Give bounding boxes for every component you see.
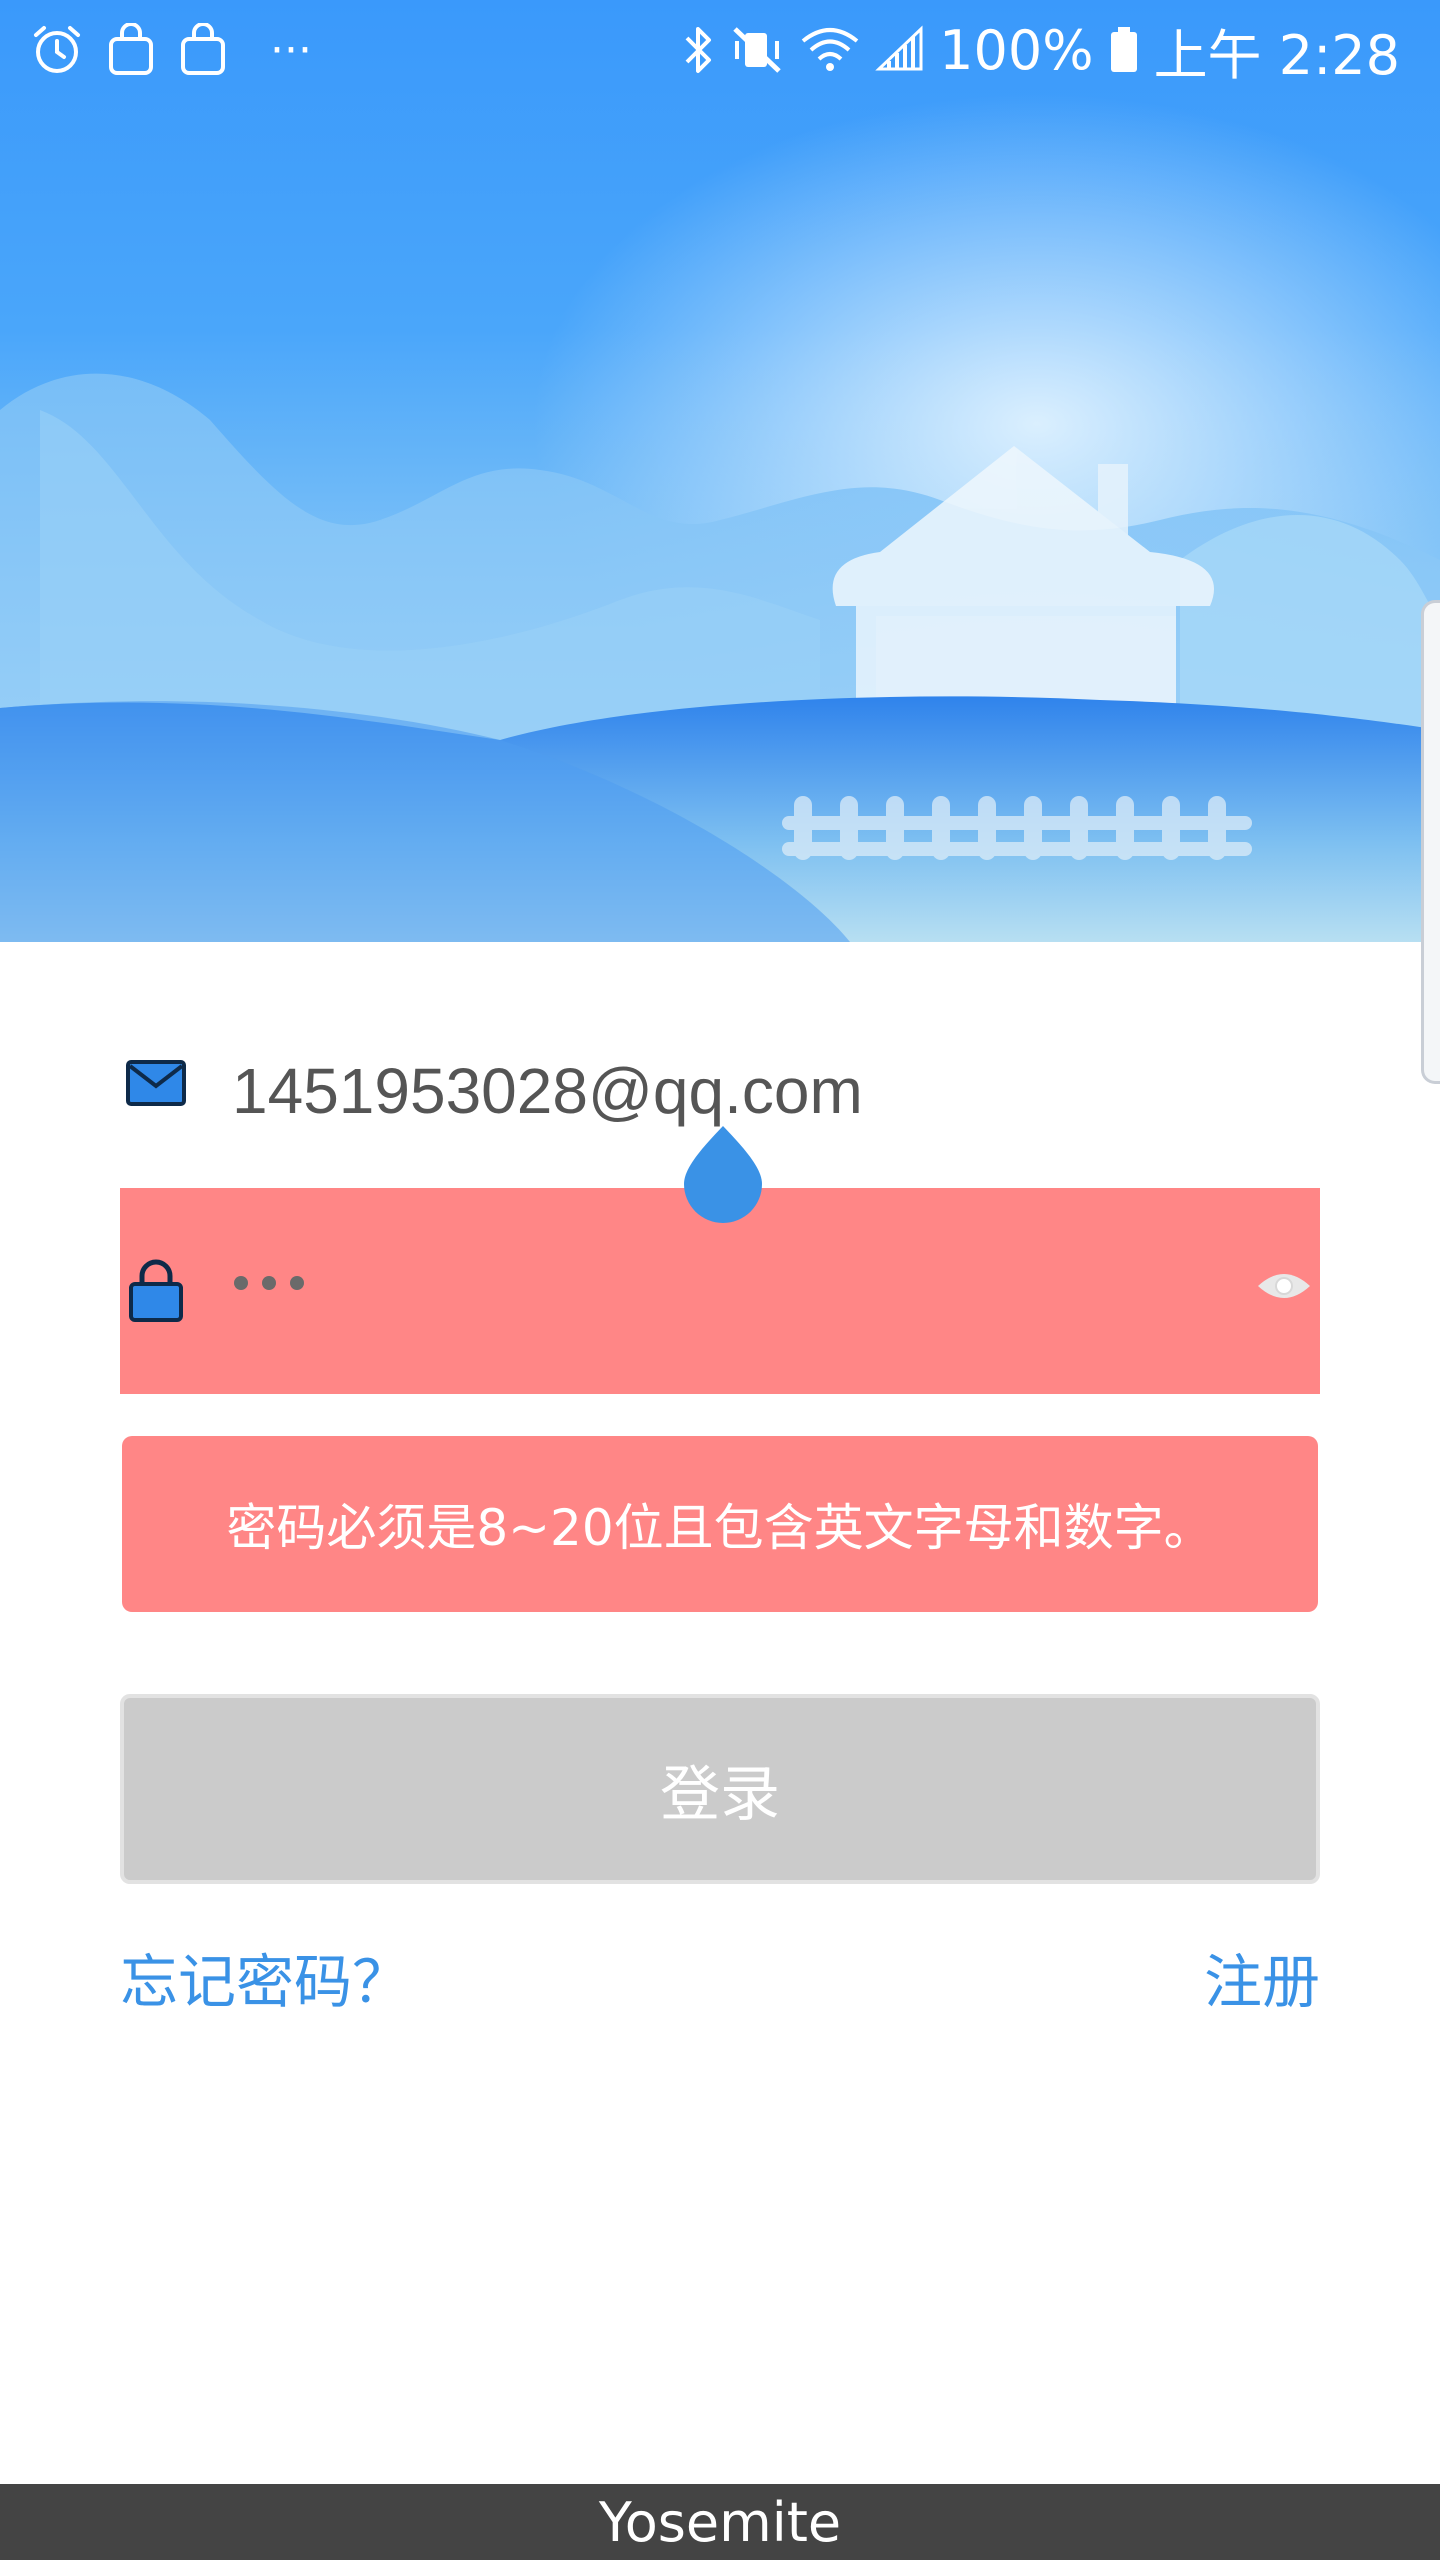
caption-text: Yosemite <box>598 2490 842 2554</box>
vibrate-mute-icon <box>729 23 785 77</box>
wifi-icon <box>799 23 861 77</box>
shopping-bag-icon <box>178 23 228 77</box>
clock: 上午 2:28 <box>1153 23 1400 87</box>
login-button[interactable]: 登录 <box>120 1694 1320 1884</box>
email-input[interactable]: 1451953028@qq.com <box>232 1054 863 1128</box>
mail-icon <box>126 1060 186 1110</box>
alarm-icon <box>30 23 84 77</box>
text-cursor-handle[interactable] <box>682 1126 764 1228</box>
signal-icon <box>875 23 925 77</box>
more-notifications-icon: ··· <box>270 24 312 76</box>
status-bar: ··· 100% 上午 2:28 <box>0 0 1440 100</box>
password-dot <box>290 1276 304 1290</box>
register-link[interactable]: 注册 <box>1204 1935 1320 2019</box>
shopping-bag-icon <box>106 23 156 77</box>
forgot-password-link[interactable]: 忘记密码？ <box>120 1935 410 2019</box>
eye-icon[interactable] <box>1256 1268 1312 1308</box>
header-illustration <box>0 0 1440 942</box>
password-dot <box>234 1276 248 1290</box>
login-button-label: 登录 <box>660 1759 780 1830</box>
battery-percent: 100% <box>939 18 1094 82</box>
email-field[interactable]: 1451953028@qq.com <box>120 1040 1320 1140</box>
error-message: 密码必须是8~20位且包含英文字母和数字。 <box>226 1499 1214 1557</box>
caption-bar: Yosemite <box>0 2484 1440 2560</box>
edge-panel-handle[interactable] <box>1421 600 1440 1084</box>
lock-icon <box>128 1258 184 1326</box>
password-dot <box>262 1276 276 1290</box>
error-banner: 密码必须是8~20位且包含英文字母和数字。 <box>122 1436 1318 1612</box>
battery-icon <box>1108 23 1140 77</box>
bluetooth-icon <box>681 23 715 77</box>
password-input[interactable] <box>234 1276 304 1290</box>
